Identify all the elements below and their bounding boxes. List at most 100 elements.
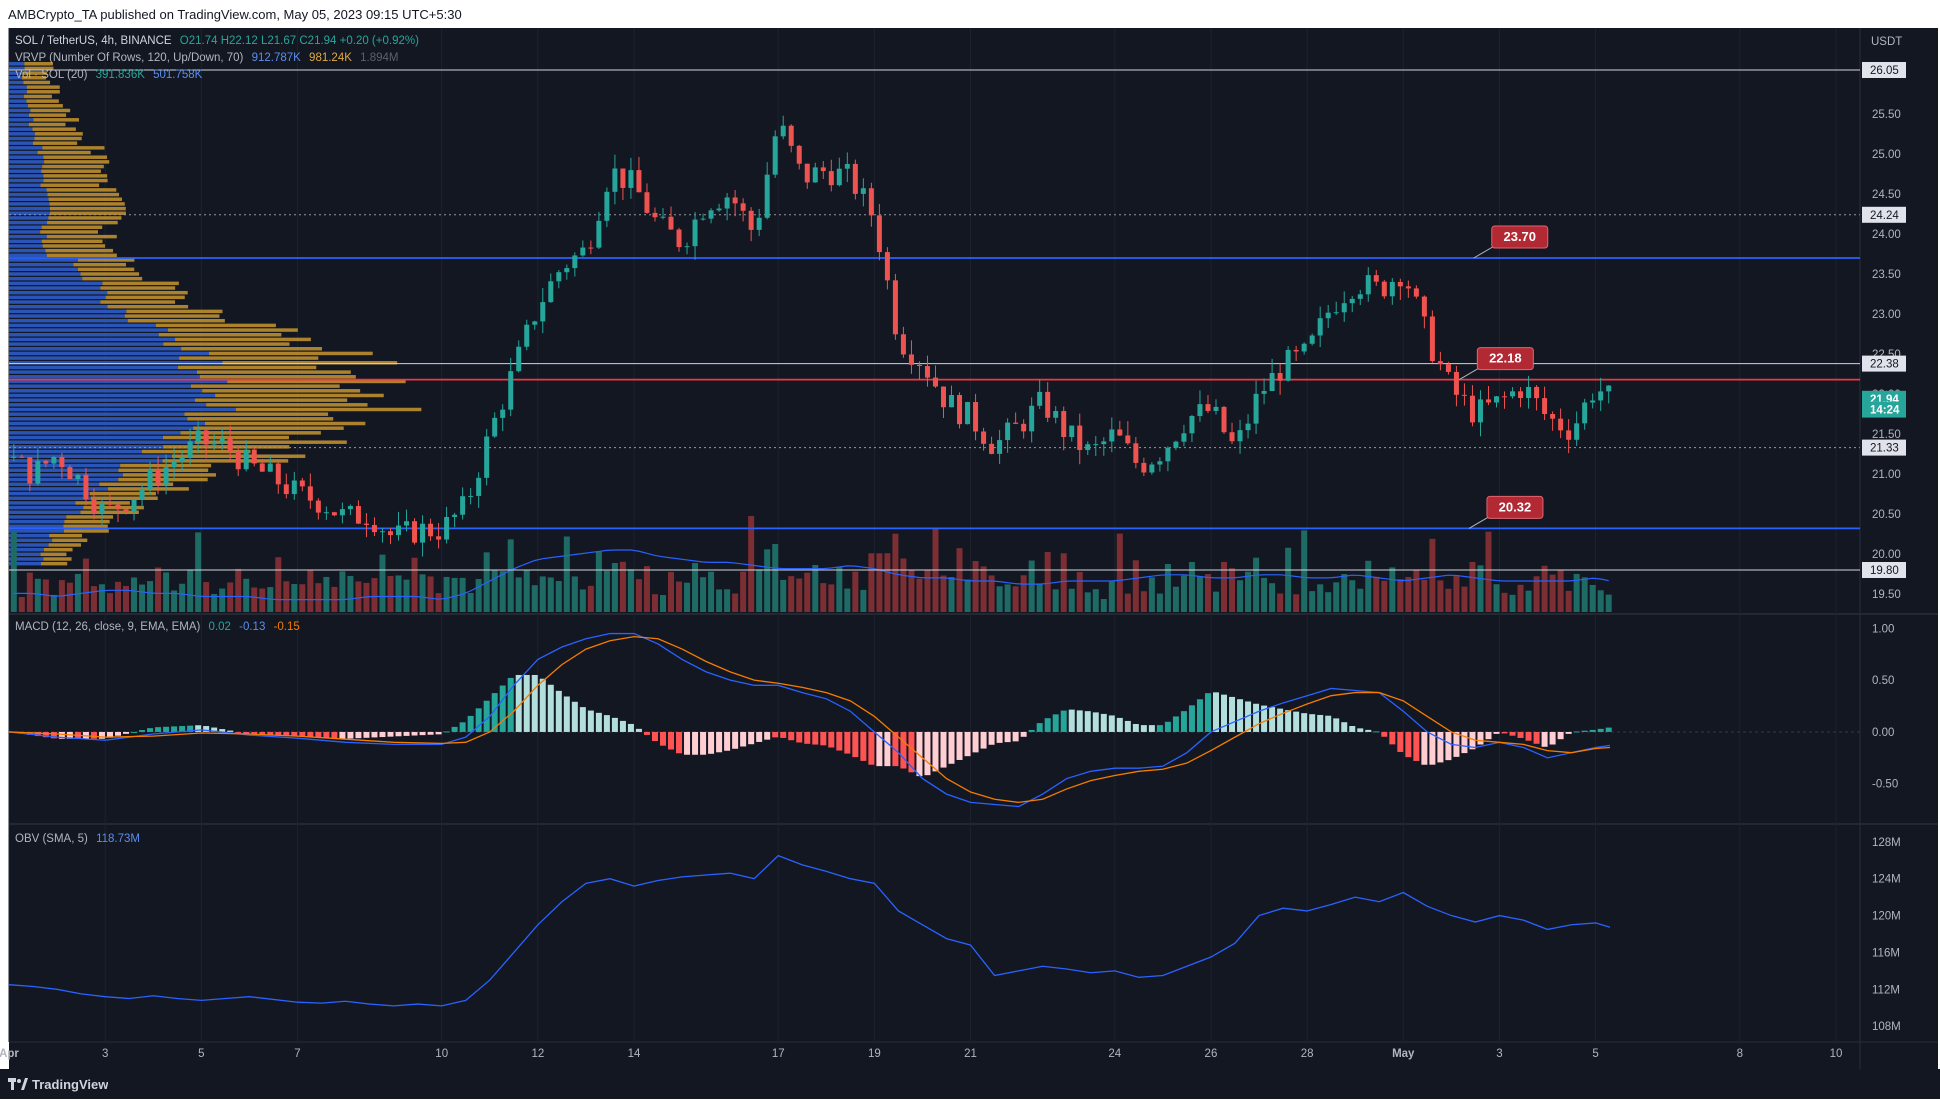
- volume-bar: [1381, 580, 1388, 612]
- volume-bar: [780, 579, 787, 612]
- vrvp-value-3: 1.894M: [360, 52, 399, 64]
- vrvp-up-bar: [9, 356, 180, 360]
- macd-histogram-bar: [1309, 714, 1316, 732]
- macd-histogram-bar: [363, 731, 370, 738]
- vrvp-down-bar: [73, 262, 126, 267]
- candle-body: [59, 456, 65, 468]
- vrvp-down-bar: [82, 276, 143, 281]
- volume-bar: [1413, 569, 1420, 612]
- vrvp-up-bar: [9, 202, 50, 206]
- macd-histogram-bar: [1365, 729, 1372, 732]
- macd-tick-label: 1.00: [1872, 623, 1894, 635]
- candle-body: [131, 499, 137, 512]
- macd-line: [8, 632, 1611, 808]
- vrvp-down-bar: [118, 468, 209, 472]
- vrvp-up-bar: [9, 314, 125, 318]
- tradingview-logo[interactable]: TradingView: [8, 1073, 109, 1095]
- macd-histogram-bar: [1196, 699, 1203, 732]
- macd-histogram-bar: [1148, 725, 1155, 732]
- chart-svg[interactable]: 23.70 22.18 20.32 USDT 19.50 20.00 20.50 21.00 2…: [0, 0, 1940, 1099]
- macd-histogram-bar: [740, 731, 747, 747]
- macd-legend[interactable]: MACD (12, 26, close, 9, EMA, EMA) 0.02 -…: [15, 621, 305, 633]
- macd-histogram-bar: [996, 731, 1003, 743]
- vrvp-down-bar: [46, 188, 117, 192]
- vrvp-down-bar: [26, 85, 60, 89]
- macd-histogram-bar: [700, 731, 707, 755]
- volume-bar: [884, 553, 891, 612]
- macd-histogram-bar: [1132, 723, 1139, 732]
- macd-histogram-bar: [355, 731, 362, 739]
- macd-histogram-bar: [1237, 699, 1244, 732]
- vrvp-up-bar: [9, 337, 176, 342]
- volume-bar: [563, 536, 570, 612]
- vrvp-down-bar: [45, 248, 114, 253]
- macd-histogram-bar: [579, 707, 586, 732]
- vrvp-down-bar: [195, 398, 348, 402]
- volume-bar: [299, 584, 306, 612]
- candle-body: [155, 469, 161, 485]
- volume-bar: [1196, 576, 1203, 612]
- vrvp-up-bar: [9, 160, 45, 164]
- macd-histogram-bar: [1100, 713, 1107, 732]
- vrvp-up-bar: [9, 206, 50, 211]
- vrvp-down-bar: [49, 206, 126, 211]
- volume-bar: [1108, 581, 1115, 612]
- volume-bar: [1060, 553, 1067, 612]
- volume-bar: [579, 589, 586, 612]
- callout-label: 20.32: [1499, 499, 1532, 514]
- volume-bar: [964, 579, 971, 612]
- candle-body: [1037, 391, 1043, 406]
- price-tick-label: 25.00: [1872, 149, 1901, 161]
- macd-histogram-bar: [435, 731, 442, 735]
- time-tick-label: 24: [1108, 1048, 1121, 1060]
- tradingview-logo-icon: TradingView: [8, 1077, 109, 1092]
- candle-body: [83, 474, 89, 500]
- vrvp-up-bar: [9, 146, 43, 150]
- macd-histogram-bar: [1317, 714, 1324, 732]
- time-tick-label: 21: [964, 1048, 977, 1060]
- vrvp-up-bar: [9, 234, 47, 239]
- macd-histogram-bar: [227, 730, 234, 732]
- vrvp-up-bar: [9, 365, 179, 370]
- macd-histogram-bar: [1212, 692, 1219, 732]
- volume-bar: [427, 576, 434, 612]
- vrvp-down-bar: [26, 90, 60, 94]
- candle-body: [1510, 391, 1516, 397]
- time-tick-label: 8: [1737, 1048, 1743, 1060]
- volume-bar: [1525, 590, 1532, 612]
- candle-body: [884, 252, 890, 281]
- vrvp-down-bar: [141, 449, 251, 454]
- vrvp-down-bar: [199, 375, 356, 379]
- macd-histogram-bar: [1437, 731, 1444, 763]
- vrvp-up-bar: [9, 253, 47, 258]
- volume-value-2: 501.758K: [153, 69, 203, 81]
- vrvp-down-bar: [66, 515, 114, 519]
- macd-histogram-bar: [684, 731, 691, 755]
- volume-bar: [1036, 583, 1043, 612]
- vrvp-up-bar: [9, 136, 35, 141]
- macd-histogram-bar: [643, 731, 650, 735]
- volume-bar: [227, 582, 234, 612]
- candle-body: [1397, 281, 1403, 287]
- vrvp-legend[interactable]: VRVP (Number Of Rows, 120, Up/Down, 70) …: [15, 52, 403, 64]
- symbol-legend[interactable]: SOL / TetherUS, 4h, BINANCE O21.74 H22.1…: [15, 35, 424, 47]
- obv-tick-label: 120M: [1872, 911, 1901, 923]
- volume-bar: [1245, 571, 1252, 612]
- macd-histogram-bar: [1044, 718, 1051, 732]
- macd-histogram-bar: [1076, 710, 1083, 732]
- macd-histogram-bar: [611, 717, 618, 732]
- macd-histogram-bar: [812, 731, 819, 745]
- volume-bar: [684, 582, 691, 612]
- candle-body: [668, 216, 674, 230]
- obv-legend[interactable]: OBV (SMA, 5) 118.73M: [15, 833, 145, 845]
- candle-body: [1502, 396, 1508, 398]
- volume-bar: [595, 551, 602, 612]
- volume-legend[interactable]: Vol · SOL (20) 391.836K 501.758K: [15, 69, 207, 81]
- volume-bars: [10, 516, 1612, 612]
- volume-bar: [1309, 591, 1316, 612]
- macd-histogram-bar: [595, 712, 602, 732]
- macd-histogram-bar: [940, 731, 947, 768]
- macd-histogram-bar: [651, 731, 658, 742]
- volume-bar: [1565, 590, 1572, 612]
- volume-bar: [499, 571, 506, 612]
